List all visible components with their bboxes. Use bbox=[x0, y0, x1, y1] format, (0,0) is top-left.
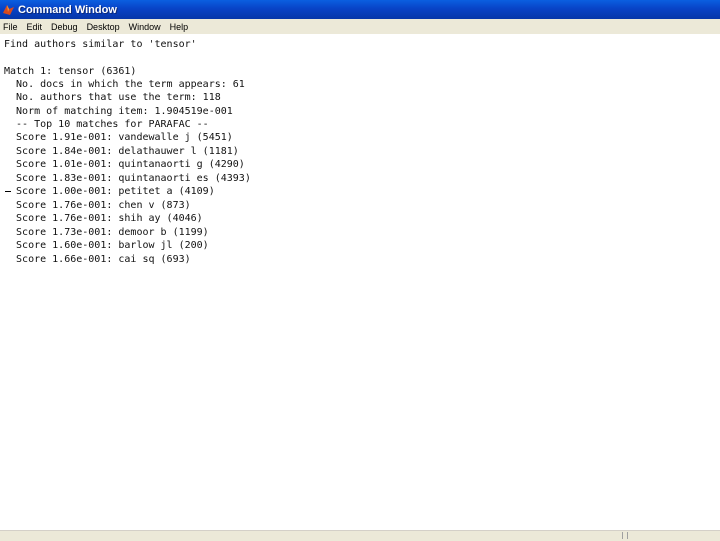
menu-desktop[interactable]: Desktop bbox=[83, 22, 125, 32]
command-console[interactable]: Find authors similar to 'tensor' Match 1… bbox=[0, 35, 720, 530]
menu-window[interactable]: Window bbox=[125, 22, 166, 32]
status-divider bbox=[622, 532, 623, 539]
menu-debug[interactable]: Debug bbox=[47, 22, 83, 32]
console-line: Match 1: tensor (6361) bbox=[4, 66, 137, 77]
console-line: Score 1.66e-001: cai sq (693) bbox=[4, 254, 191, 265]
window-title: Command Window bbox=[18, 3, 117, 16]
console-line: Score 1.84e-001: delathauwer l (1181) bbox=[4, 146, 239, 157]
matlab-icon bbox=[3, 4, 14, 15]
menu-file[interactable]: File bbox=[0, 22, 23, 32]
menu-edit[interactable]: Edit bbox=[23, 22, 48, 32]
menu-help[interactable]: Help bbox=[166, 22, 194, 32]
menu-bar: File Edit Debug Desktop Window Help bbox=[0, 19, 720, 34]
status-divider bbox=[627, 532, 628, 539]
console-line: Find authors similar to 'tensor' bbox=[4, 39, 197, 50]
console-line: No. docs in which the term appears: 61 bbox=[4, 79, 245, 90]
console-line: Score 1.83e-001: quintanaorti es (4393) bbox=[4, 173, 251, 184]
console-line: Score 1.01e-001: quintanaorti g (4290) bbox=[4, 159, 245, 170]
console-line: Score 1.76e-001: chen v (873) bbox=[4, 200, 191, 211]
text-cursor bbox=[5, 191, 11, 192]
console-line: Score 1.76e-001: shih ay (4046) bbox=[4, 213, 203, 224]
console-line: Score 1.73e-001: demoor b (1199) bbox=[4, 227, 209, 238]
console-line: -- Top 10 matches for PARAFAC -- bbox=[4, 119, 209, 130]
console-line: No. authors that use the term: 118 bbox=[4, 92, 221, 103]
console-line: Norm of matching item: 1.904519e-001 bbox=[4, 106, 233, 117]
console-line: Score 1.00e-001: petitet a (4109) bbox=[4, 186, 215, 197]
console-line: Score 1.91e-001: vandewalle j (5451) bbox=[4, 132, 233, 143]
status-bar bbox=[0, 530, 720, 541]
title-bar[interactable]: Command Window bbox=[0, 0, 720, 19]
console-line: Score 1.60e-001: barlow jl (200) bbox=[4, 240, 209, 251]
